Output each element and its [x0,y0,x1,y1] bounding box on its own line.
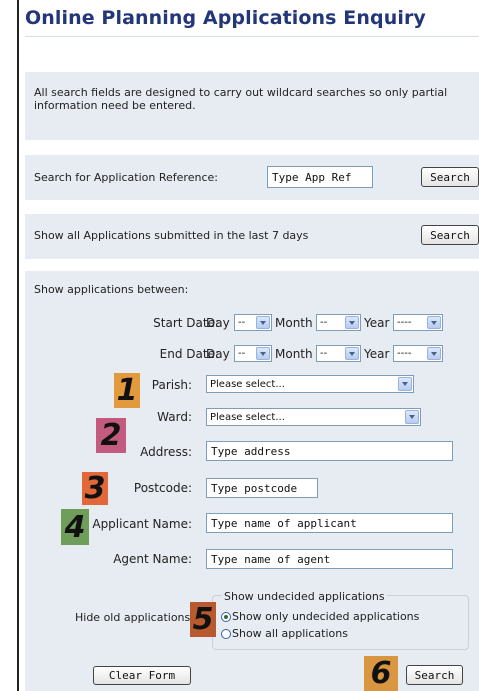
end-day-value: -- [238,348,246,359]
ward-select[interactable]: Please select... [206,408,421,426]
agent-label: Agent Name: [113,552,192,566]
app-ref-panel: Search for Application Reference: Type A… [25,155,479,200]
search-button[interactable]: Search [406,665,463,685]
title-divider [25,36,479,37]
app-ref-label: Search for Application Reference: [34,171,218,184]
end-month-select[interactable]: -- [316,345,361,362]
chevron-down-icon [405,410,419,424]
parish-value: Please select... [210,378,285,390]
start-year-select[interactable]: ---- [393,314,443,331]
start-month-label: Month [275,316,313,330]
applicant-label: Applicant Name: [92,517,192,531]
end-date-label: End Date: [159,347,219,361]
end-month-value: -- [320,348,328,359]
chevron-down-icon [345,347,359,360]
end-year-label: Year [364,347,390,361]
between-heading: Show applications between: [34,283,189,296]
clear-form-button[interactable]: Clear Form [93,666,191,685]
radio-show-all[interactable] [221,629,231,639]
chevron-down-icon [427,347,441,360]
chevron-down-icon [398,377,412,391]
chevron-down-icon [427,316,441,329]
hide-old-label: Hide old applications [75,611,191,624]
last7-search-button[interactable]: Search [421,225,479,245]
address-input[interactable]: Type address [206,441,453,461]
ward-value: Please select... [210,411,285,423]
radio-undecided-only-label[interactable]: Show only undecided applications [232,610,419,623]
undecided-legend: Show undecided applications [222,590,387,603]
app-ref-input[interactable]: Type App Ref [267,166,373,188]
intro-panel: All search fields are designed to carry … [25,72,479,140]
start-month-value: -- [320,317,328,328]
end-year-select[interactable]: ---- [393,345,443,362]
intro-text: All search fields are designed to carry … [34,86,448,112]
end-year-value: ---- [397,348,412,359]
annotation-3: 3 [82,471,108,506]
annotation-2: 2 [96,418,126,453]
annotation-6: 6 [364,656,398,691]
annotation-1: 1 [114,373,140,408]
start-year-label: Year [364,316,390,330]
app-ref-search-button[interactable]: Search [421,167,479,187]
parish-select[interactable]: Please select... [206,375,414,393]
page-title: Online Planning Applications Enquiry [25,7,426,29]
start-month-select[interactable]: -- [316,314,361,331]
annotation-5: 5 [190,602,216,637]
chevron-down-icon [256,316,270,329]
chevron-down-icon [256,347,270,360]
chevron-down-icon [345,316,359,329]
start-day-select[interactable]: -- [234,314,272,331]
last7-label: Show all Applications submitted in the l… [34,229,309,242]
start-day-value: -- [238,317,246,328]
end-day-label: Day [206,347,230,361]
start-day-label: Day [206,316,230,330]
radio-undecided-only[interactable] [221,612,231,622]
applicant-input[interactable]: Type name of applicant [206,513,453,533]
start-year-value: ---- [397,317,412,328]
radio-show-all-label[interactable]: Show all applications [232,627,348,640]
annotation-4: 4 [61,509,89,545]
end-day-select[interactable]: -- [234,345,272,362]
last7-panel: Show all Applications submitted in the l… [25,214,479,259]
start-date-label: Start Date: [153,316,219,330]
postcode-input[interactable]: Type postcode [206,478,318,498]
end-month-label: Month [275,347,313,361]
agent-input[interactable]: Type name of agent [206,549,453,569]
